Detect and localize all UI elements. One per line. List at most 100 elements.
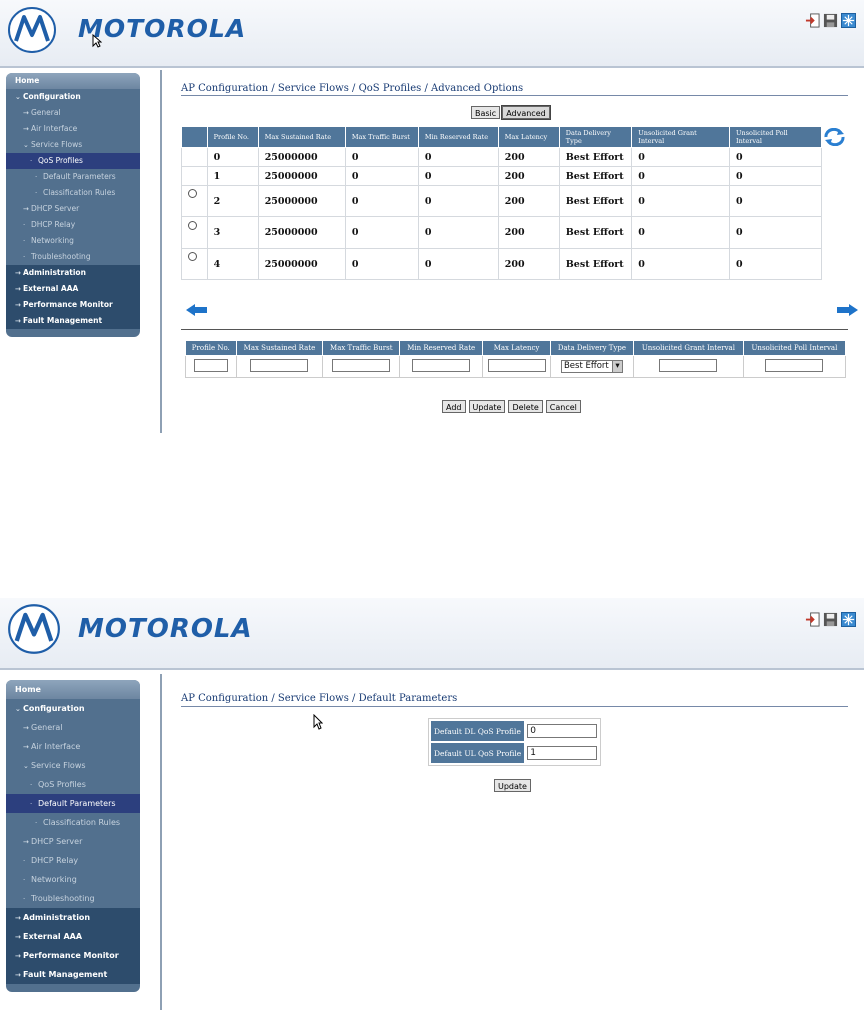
column-header[interactable]: Unsolicited Poll Interval	[729, 126, 822, 148]
save-icon[interactable]	[823, 13, 838, 28]
sidebar-item-networking[interactable]: · Networking	[6, 233, 140, 249]
delivery-type-select[interactable]: Best Effort ▾	[560, 360, 623, 373]
add-button[interactable]: Add	[442, 400, 466, 413]
table-cell: 1	[206, 166, 259, 186]
sidebar-item-dhcp-server[interactable]: → DHCP Server	[6, 832, 140, 851]
sidebar-item-dhcp-relay[interactable]: · DHCP Relay	[6, 217, 140, 233]
sidebar-item-home[interactable]: Home	[6, 680, 140, 699]
column-header[interactable]: Unsolicited Grant Interval	[631, 126, 731, 148]
sidebar-item-default-parameters[interactable]: · Default Parameters	[6, 794, 140, 813]
form-input[interactable]	[193, 359, 228, 372]
sidebar-item-classification-rules[interactable]: · Classification Rules	[6, 813, 140, 832]
sidebar-item-external-aaa[interactable]: → External AAA	[6, 281, 140, 297]
logout-icon[interactable]	[805, 13, 820, 28]
form-input[interactable]	[765, 359, 824, 372]
sidebar-item-fault-management[interactable]: → Fault Management	[6, 313, 140, 329]
table-cell: 2	[206, 185, 259, 217]
sidebar-item-troubleshooting[interactable]: · Troubleshooting	[6, 249, 140, 265]
table-row[interactable]: 1 25000000 0 0 200 Best Effort 0 0	[181, 166, 822, 186]
sidebar-item-networking[interactable]: · Networking	[6, 870, 140, 889]
delete-button[interactable]: Delete	[508, 400, 543, 413]
column-header[interactable]: Max Latency	[497, 126, 560, 148]
form-column-header: Max Latency	[482, 340, 551, 356]
breadcrumb-underline	[181, 706, 848, 707]
sidebar-item-home[interactable]: Home	[6, 73, 140, 89]
sidebar-item-default-parameters[interactable]: · Default Parameters	[6, 169, 140, 185]
row-select-cell[interactable]	[181, 216, 208, 249]
sidebar-item-label: QoS Profiles	[38, 780, 86, 789]
next-page-icon[interactable]	[836, 304, 858, 316]
basic-button[interactable]: Basic	[471, 106, 501, 119]
header-toolbar	[805, 612, 856, 627]
form-input[interactable]	[487, 359, 546, 372]
sidebar-item-administration[interactable]: → Administration	[6, 265, 140, 281]
form-cell	[632, 355, 744, 378]
sidebar-item-air-interface[interactable]: → Air Interface	[6, 121, 140, 137]
table-row[interactable]: 0 25000000 0 0 200 Best Effort 0 0	[181, 147, 822, 167]
previous-page-icon[interactable]	[186, 304, 208, 316]
sidebar-item-administration[interactable]: → Administration	[6, 908, 140, 927]
update-button[interactable]: Update	[468, 400, 506, 413]
column-header[interactable]: Profile No.	[206, 126, 259, 148]
sidebar-item-classification-rules[interactable]: · Classification Rules	[6, 185, 140, 201]
sidebar-item-general[interactable]: → General	[6, 105, 140, 121]
sidebar-item-dhcp-server[interactable]: → DHCP Server	[6, 201, 140, 217]
advanced-button[interactable]: Advanced	[501, 105, 551, 120]
sidebar-item-general[interactable]: → General	[6, 718, 140, 737]
sidebar-item-performance-monitor[interactable]: → Performance Monitor	[6, 946, 140, 965]
snowflake-icon[interactable]	[841, 13, 856, 28]
row-radio-button[interactable]	[188, 189, 197, 198]
sidebar-item-troubleshooting[interactable]: · Troubleshooting	[6, 889, 140, 908]
dl-profile-input[interactable]: 0	[527, 724, 598, 738]
sidebar-item-label: External AAA	[23, 932, 83, 941]
sidebar-item-label: Service Flows	[31, 761, 86, 770]
column-header[interactable]: Max Sustained Rate	[257, 126, 346, 148]
sidebar-item-label: Air Interface	[31, 124, 78, 133]
table-cell: Best Effort	[558, 147, 633, 167]
form-input[interactable]	[412, 359, 471, 372]
sidebar-item-fault-management[interactable]: → Fault Management	[6, 965, 140, 984]
arrow-right-icon: →	[15, 952, 21, 960]
form-separator	[181, 329, 848, 330]
table-cell: Best Effort	[558, 185, 633, 217]
table-row[interactable]: 2 25000000 0 0 200 Best Effort 0 0	[181, 185, 822, 217]
chevron-down-icon[interactable]: ▾	[611, 361, 622, 372]
column-header[interactable]: Max Traffic Burst	[344, 126, 419, 148]
default-parameters-screen: MOTOROLA Home ⌄ Configuration → General → Air …	[0, 598, 864, 1010]
breadcrumb: AP Configuration / Service Flows / Defau…	[181, 693, 458, 704]
snowflake-icon[interactable]	[841, 612, 856, 627]
column-header[interactable]: Data Delivery Type	[558, 126, 633, 148]
sidebar-item-configuration[interactable]: ⌄ Configuration	[6, 89, 140, 105]
form-input[interactable]	[332, 359, 391, 372]
form-input[interactable]	[659, 359, 718, 372]
divider	[160, 674, 162, 1010]
sidebar-item-label: Default Parameters	[38, 799, 116, 808]
sidebar-item-service-flows[interactable]: ⌄ Service Flows	[6, 137, 140, 153]
sidebar-item-qos-profiles[interactable]: · QoS Profiles	[6, 775, 140, 794]
sidebar-item-external-aaa[interactable]: → External AAA	[6, 927, 140, 946]
ul-profile-input[interactable]: 1	[527, 746, 598, 760]
sidebar-item-label: Default Parameters	[43, 172, 116, 181]
sidebar-item-dhcp-relay[interactable]: · DHCP Relay	[6, 851, 140, 870]
sidebar-item-air-interface[interactable]: → Air Interface	[6, 737, 140, 756]
logout-icon[interactable]	[805, 612, 820, 627]
table-row[interactable]: 4 25000000 0 0 200 Best Effort 0 0	[181, 248, 822, 280]
ul-profile-label: Default UL QoS Profile	[431, 743, 525, 763]
refresh-icon[interactable]	[823, 128, 846, 146]
row-radio-button[interactable]	[188, 220, 197, 230]
save-icon[interactable]	[823, 612, 838, 627]
cancel-button[interactable]: Cancel	[545, 400, 581, 413]
table-row[interactable]: 3 25000000 0 0 200 Best Effort 0 0	[181, 216, 822, 249]
column-header[interactable]: Min Reserved Rate	[417, 126, 499, 148]
sidebar-item-qos-profiles[interactable]: · QoS Profiles	[6, 153, 140, 169]
sidebar-item-performance-monitor[interactable]: → Performance Monitor	[6, 297, 140, 313]
table-cell: 0	[344, 248, 419, 280]
sidebar-item-configuration[interactable]: ⌄ Configuration	[6, 699, 140, 718]
row-radio-button[interactable]	[188, 252, 197, 261]
sidebar-item-service-flows[interactable]: ⌄ Service Flows	[6, 756, 140, 775]
sidebar-item-label: Troubleshooting	[31, 894, 95, 903]
form-input[interactable]	[250, 359, 309, 372]
row-select-cell[interactable]	[181, 248, 208, 280]
row-select-cell[interactable]	[181, 185, 208, 217]
update-button[interactable]: Update	[494, 779, 531, 792]
